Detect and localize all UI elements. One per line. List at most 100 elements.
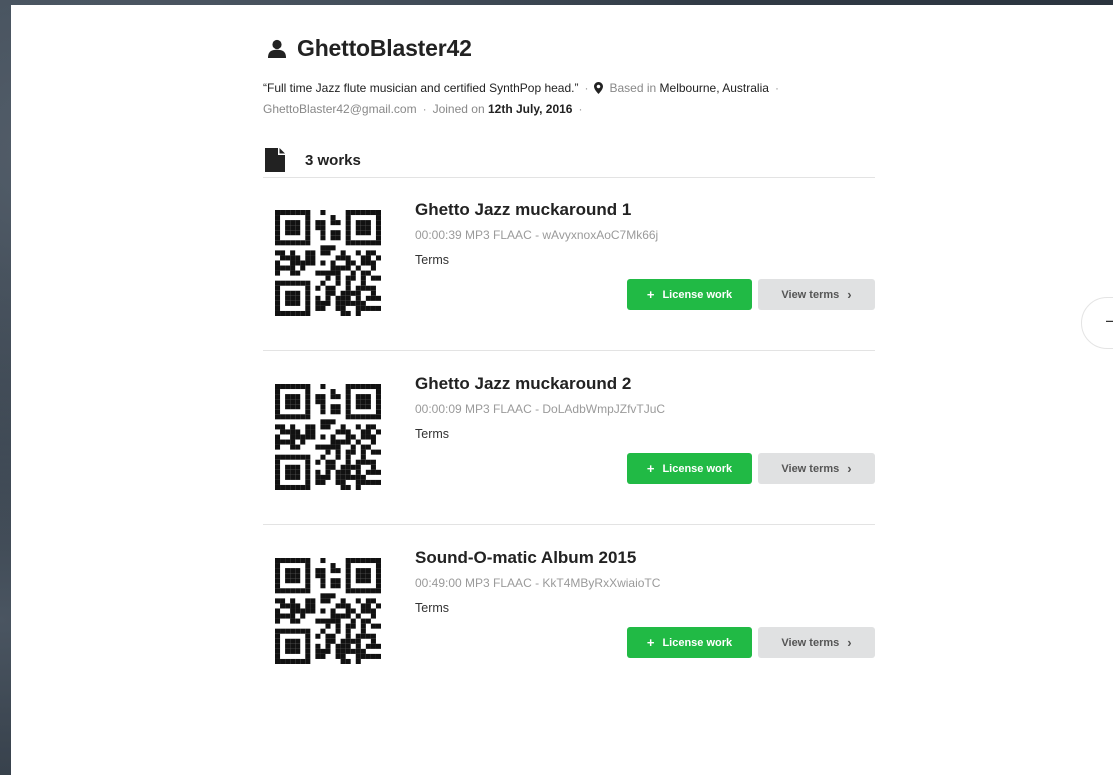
work-item: Sound-O-matic Album 2015 00:49:00 MP3 FL… [263,548,875,688]
license-work-button[interactable]: + License work [627,627,752,658]
qr-module [285,558,291,564]
qr-module [320,305,326,311]
qr-module [375,578,381,584]
qr-module [320,220,326,226]
qr-module [370,295,376,301]
qr-module [320,245,326,251]
qr-module [280,439,286,445]
qr-module [305,484,311,490]
qr-module [320,409,326,415]
qr-module [295,648,301,654]
qr-module [285,399,291,405]
qr-module [325,623,331,629]
separator: · [774,81,779,95]
qr-module [295,225,301,231]
qr-module [365,598,371,604]
qr-module [325,444,331,450]
qr-module [305,583,311,589]
qr-module [365,469,371,475]
qr-module [370,250,376,256]
user-icon [268,39,286,58]
qr-module [310,255,316,261]
qr-module [375,429,381,435]
qr-module [295,255,301,261]
qr-module [305,235,311,241]
qr-module [345,469,351,475]
qr-module [275,285,281,291]
qr-module [315,653,321,659]
qr-module [325,464,331,470]
qr-module [280,658,286,664]
qr-module [290,300,296,306]
qr-module [275,389,281,395]
qr-module [285,280,291,286]
qr-module [295,444,301,450]
qr-module [275,404,281,410]
qr-module [345,409,351,415]
qr-module [315,270,321,276]
qr-module [285,230,291,236]
qr-module [305,409,311,415]
qr-module [275,479,281,485]
qr-module [325,593,331,599]
qr-module [360,479,366,485]
qr-module [365,305,371,311]
qr-module [320,578,326,584]
qr-module [375,225,381,231]
qr-module [340,439,346,445]
work-title[interactable]: Ghetto Jazz muckaround 2 [415,374,631,394]
qr-module [375,384,381,390]
qr-module [295,603,301,609]
qr-module [300,628,306,634]
license-work-button[interactable]: + License work [627,279,752,310]
qr-module [340,255,346,261]
view-terms-button[interactable]: View terms › [758,627,875,658]
qr-module [345,255,351,261]
qr-module [280,613,286,619]
qr-module [275,653,281,659]
qr-module [345,265,351,271]
qr-module [365,384,371,390]
qr-module [355,305,361,311]
qr-module [275,444,281,450]
qr-module [275,414,281,420]
work-info: 00:00:39 MP3 FLAAC - wAvyxnoxAoC7Mk66j [415,228,659,242]
qr-module [350,434,356,440]
qr-module [320,225,326,231]
work-title[interactable]: Sound-O-matic Album 2015 [415,548,636,568]
qr-module [370,424,376,430]
qr-module [290,399,296,405]
qr-module [370,275,376,281]
qr-module [350,210,356,216]
license-work-button[interactable]: + License work [627,453,752,484]
user-email[interactable]: GhettoBlaster42@gmail.com [263,102,417,116]
qr-module [335,469,341,475]
qr-module [370,305,376,311]
side-toggle-button[interactable]: – [1081,297,1113,349]
qr-module [305,653,311,659]
view-terms-button[interactable]: View terms › [758,453,875,484]
qr-module [290,260,296,266]
qr-module [320,444,326,450]
qr-module [280,310,286,316]
qr-module [345,459,351,465]
separator: · [422,102,427,116]
work-title[interactable]: Ghetto Jazz muckaround 1 [415,200,631,220]
qr-module [365,618,371,624]
qr-module [285,404,291,410]
view-terms-button[interactable]: View terms › [758,279,875,310]
qr-module [325,449,331,455]
qr-module [275,643,281,649]
qr-module [290,474,296,480]
license-work-label: License work [662,462,733,475]
qr-module [350,588,356,594]
qr-module [320,593,326,599]
qr-module [350,618,356,624]
qr-module [295,399,301,405]
qr-module [345,484,351,490]
qr-module [375,603,381,609]
qr-module [285,439,291,445]
qr-module [285,454,291,460]
file-icon [265,148,285,172]
qr-module [305,300,311,306]
